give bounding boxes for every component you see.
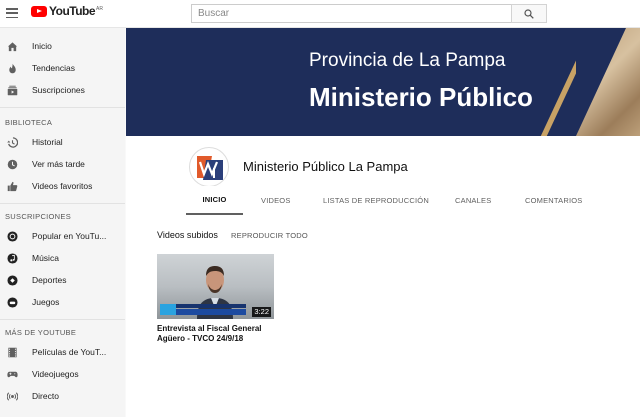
sidebar-item-label: Popular en YouTu... [32,231,107,241]
tab-comentarios[interactable]: COMENTARIOS [525,186,582,215]
sidebar: Inicio Tendencias Suscripciones BIBLIOTE… [0,28,125,417]
tab-inicio[interactable]: INICIO [186,186,243,215]
sports-icon [6,274,18,286]
history-icon [6,136,18,148]
sidebar-item-tendencias[interactable]: Tendencias [0,58,125,78]
video-thumbnail[interactable]: 3:22 [157,254,274,319]
channel-avatar[interactable] [189,147,229,187]
youtube-play-icon [31,6,47,17]
sidebar-item-label: Música [32,253,59,263]
sidebar-item-historial[interactable]: Historial [0,132,125,152]
section-heading-subscriptions: SUSCRIPCIONES [5,212,71,221]
section-heading-more: MÁS DE YOUTUBE [5,328,77,337]
flame-icon [6,62,18,74]
sidebar-item-label: Películas de YouT... [32,347,107,357]
games-icon [6,296,18,308]
sidebar-item-ver-mas-tarde[interactable]: Ver más tarde [0,154,125,174]
banner-line2: Ministerio Público [309,82,533,112]
music-icon [6,252,18,264]
play-all-button[interactable]: REPRODUCIR TODO [231,231,308,240]
youtube-logo[interactable]: YouTube AR [31,4,103,18]
sidebar-item-label: Videojuegos [32,369,79,379]
sidebar-item-directo[interactable]: Directo [0,386,125,406]
channel-header: Ministerio Público La Pampa INICIO VIDEO… [126,136,640,216]
banner-line1: Provincia de La Pampa [309,50,506,71]
sidebar-item-suscripciones[interactable]: Suscripciones [0,80,125,100]
sidebar-item-popular[interactable]: Popular en YouTu... [0,226,125,246]
tab-videos[interactable]: VIDEOS [261,186,291,215]
film-icon [6,346,18,358]
sidebar-item-musica[interactable]: Música [0,248,125,268]
sidebar-item-inicio[interactable]: Inicio [0,36,125,56]
clock-icon [6,158,18,170]
sidebar-divider [0,107,125,108]
sidebar-divider [0,319,125,320]
logo-text: YouTube [49,4,96,18]
sidebar-item-label: Suscripciones [32,85,85,95]
channel-logo-icon [197,156,223,180]
menu-icon[interactable] [6,7,18,19]
channel-tabs: INICIO VIDEOS LISTAS DE REPRODUCCIÓN CAN… [186,186,600,216]
sidebar-item-label: Tendencias [32,63,76,73]
search-icon [524,8,534,19]
sidebar-item-label: Historial [32,137,63,147]
section-heading-library: BIBLIOTECA [5,118,53,127]
sidebar-item-deportes[interactable]: Deportes [0,270,125,290]
sidebar-item-label: Ver más tarde [32,159,85,169]
sidebar-item-videos-favoritos[interactable]: Videos favoritos [0,176,125,196]
sidebar-item-peliculas[interactable]: Películas de YouT... [0,342,125,362]
search-input[interactable]: Buscar [191,4,512,23]
sidebar-item-label: Inicio [32,41,52,51]
sidebar-divider [0,203,125,204]
sidebar-item-juegos[interactable]: Juegos [0,292,125,312]
thumbs-up-icon [6,180,18,192]
top-bar: YouTube AR Buscar [0,0,640,28]
subscriptions-icon [6,84,18,96]
sidebar-item-label: Deportes [32,275,67,285]
live-icon [6,390,18,402]
tab-listas[interactable]: LISTAS DE REPRODUCCIÓN [323,186,429,215]
banner-photo [576,28,640,136]
country-code: AR [96,6,103,12]
tab-canales[interactable]: CANALES [455,186,491,215]
popular-icon [6,230,18,242]
video-title[interactable]: Entrevista al Fiscal General Agüero - TV… [157,324,269,344]
gamepad-icon [6,368,18,380]
channel-content: Videos subidos REPRODUCIR TODO 3:22 Entr… [126,216,640,417]
sidebar-item-label: Juegos [32,297,60,307]
channel-name: Ministerio Público La Pampa [243,159,408,174]
sidebar-item-label: Videos favoritos [32,181,93,191]
sidebar-item-label: Directo [32,391,59,401]
home-icon [6,40,18,52]
sidebar-item-videojuegos[interactable]: Videojuegos [0,364,125,384]
channel-banner: Provincia de La Pampa Ministerio Público [126,28,640,136]
section-title[interactable]: Videos subidos [157,230,218,240]
channel-bug-icon [160,304,176,315]
video-duration: 3:22 [252,307,271,317]
search-button[interactable] [511,4,547,23]
